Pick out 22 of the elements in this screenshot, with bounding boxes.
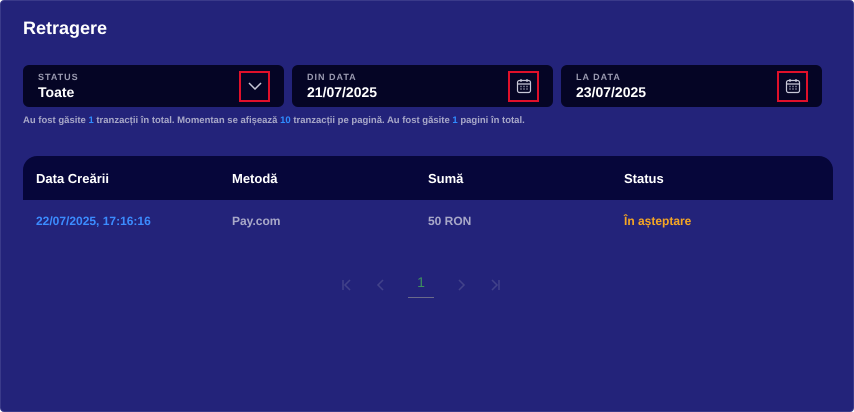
table-cell-text: În așteptare [624, 213, 692, 230]
results-summary: Au fost găsite 1 tranzacții în total. Momentan se afișează 10 tranzacții pe pagină. Au fost găsite 1 pagini în total. [23, 114, 526, 128]
date-field[interactable]: DIN DATA 21/07/2025 [292, 65, 553, 107]
page-title: Retragere [23, 17, 108, 40]
field-label: LA DATA [576, 72, 622, 82]
field-value: 21/07/2025 [307, 82, 378, 100]
field-value: 23/07/2025 [576, 82, 646, 100]
table-cell-text: 50 RON [428, 213, 472, 230]
column-header: Sumă [428, 170, 464, 188]
date-field[interactable]: LA DATA 23/07/2025 [561, 65, 822, 107]
field-label: DIN DATA [307, 72, 358, 82]
column-header: Status [624, 170, 665, 188]
table-cell-text: Pay.com [232, 213, 282, 230]
column-header: Metodă [232, 170, 278, 188]
column-header: Data Creării [36, 170, 110, 188]
field-label: STATUS [38, 72, 79, 82]
field-value: Toate [38, 82, 76, 100]
calendar-icon [784, 78, 800, 94]
calendar-icon [516, 78, 532, 94]
chevron-down-icon [248, 82, 262, 90]
table-cell-text: 22/07/2025, 17:16:16 [36, 213, 152, 230]
status-select[interactable]: STATUS Toate [23, 65, 284, 107]
